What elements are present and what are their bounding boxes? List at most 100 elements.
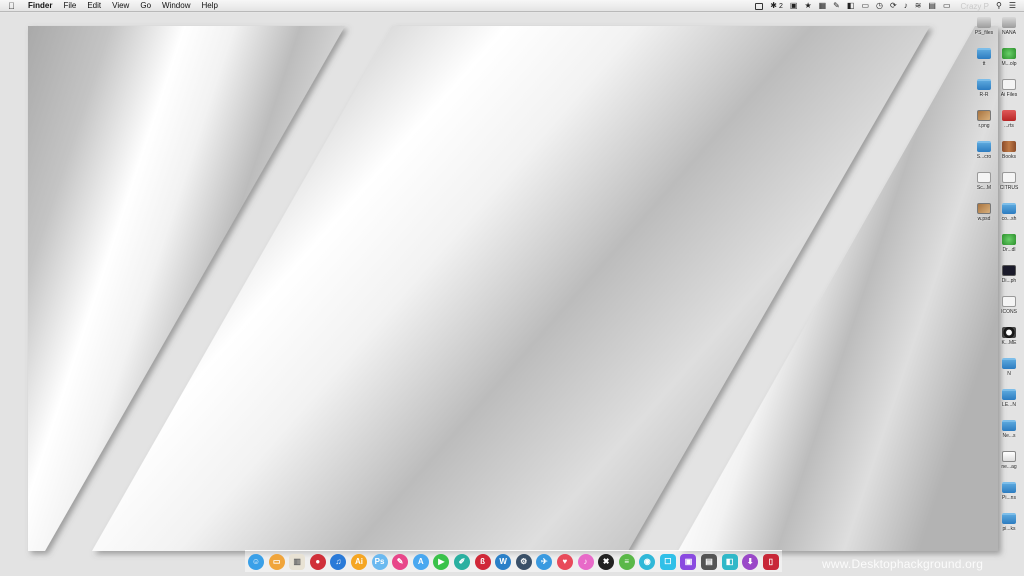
memory-icon[interactable]: ▭: [861, 0, 869, 12]
dock-screen-icon[interactable]: ▣: [680, 553, 697, 570]
battery-icon[interactable]: ▭: [943, 0, 951, 12]
pen-icon[interactable]: ✎: [833, 0, 840, 12]
desktop-icon-folder[interactable]: LE...N: [997, 389, 1021, 408]
notification-center-icon[interactable]: ☰: [1009, 0, 1016, 12]
flag-icon[interactable]: ▤: [928, 0, 936, 12]
dock-facetime-icon[interactable]: ▶: [433, 553, 450, 570]
menu-edit[interactable]: Edit: [87, 0, 101, 12]
desktop-icon-doc[interactable]: CITRUS: [997, 172, 1021, 191]
desktop-icon-dark[interactable]: Di...ph: [997, 265, 1021, 284]
menu-file[interactable]: File: [63, 0, 76, 12]
folder-icon: [1002, 389, 1016, 400]
sound-icon[interactable]: ♪: [904, 0, 908, 12]
dock-record-icon[interactable]: ●: [309, 553, 326, 570]
folder-icon: [1002, 358, 1016, 369]
dock-maps-icon[interactable]: ◧: [721, 553, 738, 570]
dock-monitor-icon[interactable]: ▤: [701, 553, 718, 570]
menu-bar:  Finder File Edit View Go Window Help ✱…: [0, 0, 1024, 12]
dock-download-icon[interactable]: ⬇: [742, 553, 759, 570]
dock-folder-icon[interactable]: ▭: [268, 553, 285, 570]
status-app-icon[interactable]: [755, 2, 764, 10]
dock-itunes-icon[interactable]: ♪: [577, 553, 594, 570]
menu-window[interactable]: Window: [162, 0, 190, 12]
folder-icon: [1002, 203, 1016, 214]
desktop-icon-label: M...olp: [1001, 61, 1017, 67]
desktop-icon-books[interactable]: Books: [997, 141, 1021, 160]
apple-menu-icon[interactable]: : [8, 0, 18, 12]
desktop-icon-label: Di...ph: [1001, 278, 1017, 284]
reddoc-icon: [1002, 110, 1016, 121]
desktop-icon-folder[interactable]: co...sh: [997, 203, 1021, 222]
dock-trash-icon[interactable]: ▯: [762, 553, 779, 570]
dock-finder-icon[interactable]: ☺: [248, 553, 264, 570]
dropbox-icon[interactable]: ✱: [770, 0, 777, 12]
desktop-icon-label: Ai Files: [1000, 92, 1018, 98]
desktop-icon-app[interactable]: Dr...dl: [997, 234, 1021, 253]
desktop-icon-image[interactable]: r.png: [972, 110, 996, 129]
doc-icon: [977, 172, 991, 183]
dock-pencil-icon[interactable]: ✐: [453, 553, 470, 570]
dock-settings-icon[interactable]: ⚙: [515, 553, 532, 570]
menu-view[interactable]: View: [112, 0, 129, 12]
desktop-icon-folder[interactable]: Ne...s: [997, 420, 1021, 439]
desktop-icon-bag[interactable]: ne...ag: [997, 451, 1021, 470]
clipboard-icon[interactable]: ▦: [819, 0, 827, 12]
toolbox-icon[interactable]: ▣: [790, 0, 798, 12]
menu-app-name[interactable]: Finder: [28, 0, 52, 12]
folder-icon: [1002, 513, 1016, 524]
dock-bird-icon[interactable]: ✈: [536, 553, 553, 570]
time-machine-icon[interactable]: ◷: [876, 0, 883, 12]
desktop-icon-doc[interactable]: Ai Files: [997, 79, 1021, 98]
menu-go[interactable]: Go: [140, 0, 151, 12]
desktop-icon-folder[interactable]: pi...ks: [997, 513, 1021, 532]
desktop-icon-label: r.png: [978, 123, 990, 129]
dock-eye-icon[interactable]: ◉: [639, 553, 656, 570]
folder-icon: [977, 79, 991, 90]
dock-book-icon[interactable]: ▥: [289, 553, 306, 570]
desktop-icon-label: LE...N: [1002, 402, 1016, 408]
doc-icon: [1002, 79, 1016, 90]
dock-appstore-icon[interactable]: A: [412, 553, 429, 570]
dock-dashboard-icon[interactable]: ≡: [618, 553, 635, 570]
desktop-icon-app[interactable]: M...olp: [997, 48, 1021, 67]
desktop-icon-label: co...sh: [1001, 216, 1017, 222]
desktop-icon-folder[interactable]: Pi...ns: [997, 482, 1021, 501]
dock-nodes-icon[interactable]: ✖: [598, 553, 615, 570]
doc-icon: [1002, 296, 1016, 307]
desktop-icon-folder[interactable]: S...cro: [972, 141, 996, 160]
desktop-icon-folder[interactable]: tt: [972, 48, 996, 67]
image-icon: [977, 203, 991, 214]
toggle-icon[interactable]: ◧: [847, 0, 855, 12]
sync-icon[interactable]: ⟳: [890, 0, 897, 12]
dock-pocket-icon[interactable]: ♥: [556, 553, 573, 570]
folder-icon: [977, 48, 991, 59]
desktop-icon-image[interactable]: w.psd: [972, 203, 996, 222]
dock-wunderlist-icon[interactable]: W: [495, 553, 512, 570]
desktop-icon-label: NANA: [1002, 30, 1016, 36]
desktop-icon-doc[interactable]: ICONS: [997, 296, 1021, 315]
desktop-icon-reddoc[interactable]: ...rts: [997, 110, 1021, 129]
image-icon: [977, 110, 991, 121]
dock-music-icon[interactable]: ♫: [330, 553, 347, 570]
dock-paint-icon[interactable]: ✎: [392, 553, 409, 570]
search-icon[interactable]: ⚲: [996, 0, 1002, 12]
dock-lastpass-icon[interactable]: ß: [474, 553, 491, 570]
desktop-wallpaper: [0, 13, 1024, 576]
desktop-icon-folder[interactable]: N: [997, 358, 1021, 377]
dock-illustrator-icon[interactable]: Ai: [350, 553, 367, 570]
app-icon: [1002, 48, 1016, 59]
app-icon: [1002, 234, 1016, 245]
wifi-icon[interactable]: ≋: [915, 0, 922, 12]
desktop-icon-doc[interactable]: Sc...M: [972, 172, 996, 191]
desktop-icon-folder[interactable]: R-R: [972, 79, 996, 98]
desktop-icon-ring[interactable]: K...ME: [997, 327, 1021, 346]
desktop-icon-label: tt: [982, 61, 986, 67]
dock-preview-icon[interactable]: Ps: [371, 553, 388, 570]
desktop-icon-disk[interactable]: PS_files: [972, 17, 996, 36]
dock-notes-icon[interactable]: ☐: [659, 553, 676, 570]
menu-help[interactable]: Help: [201, 0, 217, 12]
user-name[interactable]: Crazy P: [961, 2, 989, 11]
desktop-icon-label: PS_files: [974, 30, 994, 36]
star-icon[interactable]: ★: [804, 0, 811, 12]
desktop-icon-disk[interactable]: NANA: [997, 17, 1021, 36]
